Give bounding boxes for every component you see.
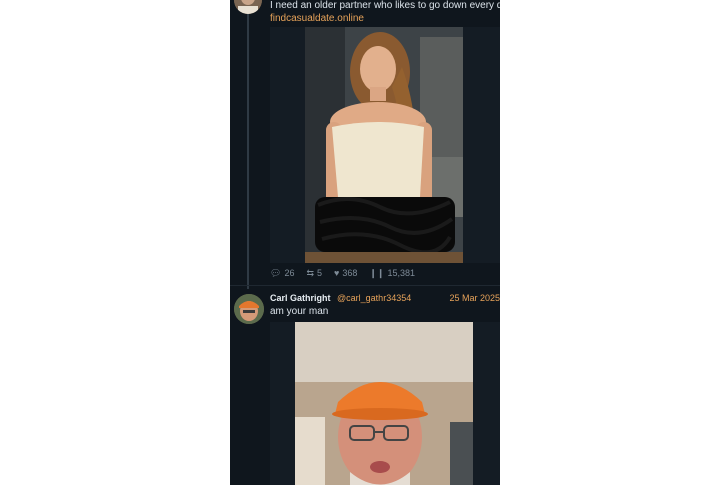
thread-connector-line — [247, 14, 249, 289]
post-text: am your man — [270, 306, 329, 317]
reply-button[interactable]: 💬︎ 26 — [270, 268, 294, 279]
post-image[interactable] — [270, 322, 500, 485]
thread-panel: I need an older partner who likes to go … — [230, 0, 500, 485]
like-count: 368 — [342, 268, 358, 278]
views-count: 15,381 — [387, 268, 416, 278]
bar-chart-icon: ❙❙ — [369, 267, 385, 278]
post-divider — [230, 285, 500, 286]
speech-bubble-icon: 💬︎ — [270, 267, 282, 278]
post-date[interactable]: 25 Mar 2025 — [449, 292, 500, 304]
post-image[interactable] — [270, 27, 500, 263]
post-text: I need an older partner who likes to go … — [270, 0, 500, 11]
repost-count: 5 — [317, 268, 323, 278]
like-button[interactable]: ♥ 368 — [334, 268, 357, 278]
post-header: Carl Gathright @carl_gathr34354 25 Mar 2… — [270, 292, 500, 304]
post-link[interactable]: findcasualdate.online — [270, 13, 364, 25]
repost-icon: ⇆ — [306, 267, 314, 278]
repost-button[interactable]: ⇆ 5 — [306, 268, 322, 279]
post-stats: 💬︎ 26 ⇆ 5 ♥ 368 ❙❙ 15,381 — [270, 267, 415, 279]
reply-count: 26 — [284, 268, 295, 278]
avatar[interactable] — [234, 294, 264, 324]
views-button[interactable]: ❙❙ 15,381 — [369, 268, 415, 279]
author-name[interactable]: Carl Gathright — [270, 293, 331, 303]
heart-icon: ♥ — [334, 268, 340, 278]
author-handle[interactable]: @carl_gathr34354 — [337, 293, 411, 303]
avatar[interactable] — [234, 0, 262, 14]
